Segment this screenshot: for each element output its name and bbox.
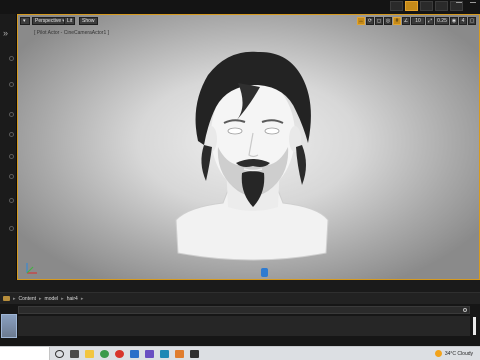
launch-icon[interactable]: [420, 1, 433, 11]
opera-icon[interactable]: [115, 350, 124, 358]
path-separator: ▸: [39, 295, 42, 302]
unreal-editor-window: » ▾ Perspective▾ Lit Show ↔ ⟳ ◻ ◎ # ∠ 10…: [0, 0, 480, 360]
path-separator: ▸: [13, 295, 16, 302]
circle-icon: [9, 226, 14, 231]
scale-snap-icon[interactable]: ⤢: [426, 17, 434, 25]
task-view-icon[interactable]: [70, 350, 79, 358]
taskbar-apps: [55, 350, 199, 358]
perspective-button[interactable]: Perspective▾: [32, 17, 68, 25]
panel-row[interactable]: [2, 198, 14, 208]
camera-speed-value[interactable]: 4: [459, 17, 467, 25]
window-controls: [456, 2, 476, 8]
rotate-tool-icon[interactable]: ⟳: [366, 17, 374, 25]
left-dock-panel: »: [0, 14, 17, 284]
level-viewport[interactable]: ▾ Perspective▾ Lit Show ↔ ⟳ ◻ ◎ # ∠ 10 ⤢…: [17, 14, 480, 280]
breadcrumb-model[interactable]: model: [45, 296, 59, 302]
chrome-icon[interactable]: [100, 350, 109, 358]
top-bar: [0, 0, 480, 14]
scale-tool-icon[interactable]: ◻: [375, 17, 383, 25]
snap-angle-value[interactable]: 10: [411, 17, 425, 25]
bottom-tab-strip: [0, 280, 480, 292]
scrollbar-handle[interactable]: [473, 317, 476, 335]
folder-icon[interactable]: [85, 350, 94, 358]
panel-row[interactable]: [2, 56, 14, 66]
panel-row[interactable]: [2, 82, 14, 92]
minimize-button[interactable]: [456, 2, 462, 8]
circle-icon: [9, 112, 14, 117]
taskbar-search-box[interactable]: [0, 347, 50, 360]
world-space-icon[interactable]: ◎: [384, 17, 392, 25]
app-icon[interactable]: [160, 350, 169, 358]
build-icon[interactable]: [435, 1, 448, 11]
circle-icon: [9, 132, 14, 137]
angle-snap-icon[interactable]: ∠: [402, 17, 410, 25]
menu-icon: ▾: [23, 18, 26, 24]
camera-actor-marker[interactable]: [261, 268, 268, 277]
grid-snap-icon[interactable]: #: [393, 17, 401, 25]
windows-taskbar: 34°C Cloudy: [0, 346, 480, 360]
asset-grid[interactable]: [18, 316, 470, 336]
folder-icon[interactable]: [3, 296, 10, 301]
circle-icon: [9, 154, 14, 159]
snap-scale-value[interactable]: 0.25: [435, 17, 449, 25]
unreal-engine-icon[interactable]: [190, 350, 199, 358]
panel-row[interactable]: [2, 112, 14, 122]
panel-row[interactable]: [2, 132, 14, 142]
translate-tool-icon[interactable]: ↔: [357, 17, 365, 25]
search-icon[interactable]: [463, 308, 467, 312]
breadcrumb-hair4[interactable]: hair4: [67, 296, 78, 302]
breadcrumb-content[interactable]: Content: [19, 296, 37, 302]
path-separator: ▸: [80, 295, 84, 302]
viewport-options-button[interactable]: ▾: [20, 17, 30, 25]
maximize-viewport-icon[interactable]: ▢: [468, 17, 476, 25]
circle-icon: [9, 174, 14, 179]
lit-button[interactable]: Lit: [64, 17, 76, 25]
axis-gizmo-icon: [26, 263, 37, 274]
play-icon[interactable]: [405, 1, 418, 11]
app-icon[interactable]: [130, 350, 139, 358]
circle-icon: [9, 56, 14, 61]
asset-thumbnail[interactable]: [1, 314, 17, 338]
pilot-actor-label: [ Pilot Actor - CineCameraActor1 ]: [34, 30, 110, 36]
system-tray: 34°C Cloudy: [434, 350, 476, 357]
panel-row[interactable]: [2, 174, 14, 184]
sun-icon[interactable]: [434, 350, 442, 357]
app-icon[interactable]: [145, 350, 154, 358]
topbar-tool-icons: [390, 1, 463, 11]
circle-icon[interactable]: [55, 350, 64, 358]
head-model-render: [175, 51, 329, 261]
asset-search-input[interactable]: [18, 306, 470, 314]
panel-row[interactable]: [2, 154, 14, 164]
app-icon[interactable]: [175, 350, 184, 358]
viewport-toolbar: ▾ Perspective▾ Lit Show ↔ ⟳ ◻ ◎ # ∠ 10 ⤢…: [18, 15, 479, 28]
panel-row[interactable]: [2, 226, 14, 236]
camera-speed-icon[interactable]: ◉: [450, 17, 458, 25]
weather-text[interactable]: 34°C Cloudy: [445, 351, 473, 357]
content-browser-path-bar: ▸ Content ▸ model ▸ hair4 ▸: [0, 292, 480, 304]
maximize-button[interactable]: [470, 2, 476, 8]
settings-icon[interactable]: [390, 1, 403, 11]
chevron-right-icon[interactable]: »: [3, 29, 8, 38]
viewport-snap-tools: ↔ ⟳ ◻ ◎ # ∠ 10 ⤢ 0.25 ◉ 4 ▢: [357, 17, 476, 25]
show-button[interactable]: Show: [79, 17, 98, 25]
circle-icon: [9, 198, 14, 203]
path-separator: ▸: [61, 295, 64, 302]
circle-icon: [9, 82, 14, 87]
content-browser-area: [0, 304, 480, 346]
